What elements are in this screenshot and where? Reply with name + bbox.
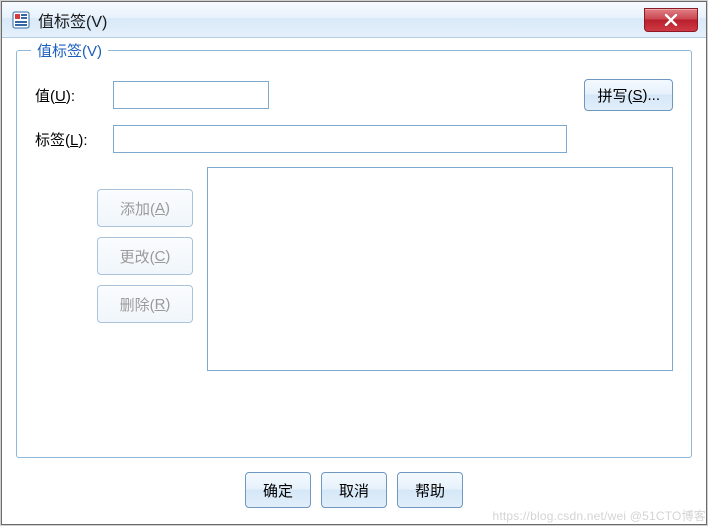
window-title: 值标签(V): [38, 8, 644, 32]
help-button[interactable]: 帮助: [397, 472, 463, 508]
dialog-buttons: 确定 取消 帮助: [16, 472, 692, 508]
tag-input[interactable]: [113, 125, 567, 153]
title-bar: 值标签(V): [2, 2, 706, 38]
group-legend: 值标签(V): [31, 40, 108, 61]
labels-listbox[interactable]: [207, 167, 673, 371]
value-input[interactable]: [113, 81, 269, 109]
value-row: 值(U): 拼写(S)...: [35, 79, 673, 111]
add-button[interactable]: 添加(A): [97, 189, 193, 227]
client-area: 值标签(V) 值(U): 拼写(S)... 标签(L):: [2, 38, 706, 524]
app-icon: [12, 11, 30, 29]
change-button[interactable]: 更改(C): [97, 237, 193, 275]
tag-row: 标签(L):: [35, 125, 673, 153]
tag-label: 标签(L):: [35, 129, 113, 150]
cancel-button[interactable]: 取消: [321, 472, 387, 508]
remove-button[interactable]: 删除(R): [97, 285, 193, 323]
side-buttons: 添加(A) 更改(C) 删除(R): [97, 167, 193, 371]
spacer: [35, 167, 83, 371]
spell-wrap: 拼写(S)...: [269, 79, 673, 111]
value-labels-group: 值标签(V) 值(U): 拼写(S)... 标签(L):: [16, 50, 692, 458]
dialog-window: 值标签(V) 值标签(V) 值(U): 拼写(S)...: [1, 1, 707, 525]
value-label: 值(U):: [35, 85, 113, 106]
spell-button[interactable]: 拼写(S)...: [584, 79, 673, 111]
mid-section: 添加(A) 更改(C) 删除(R): [35, 167, 673, 371]
close-button[interactable]: [644, 8, 698, 32]
ok-button[interactable]: 确定: [245, 472, 311, 508]
close-icon: [664, 14, 678, 26]
